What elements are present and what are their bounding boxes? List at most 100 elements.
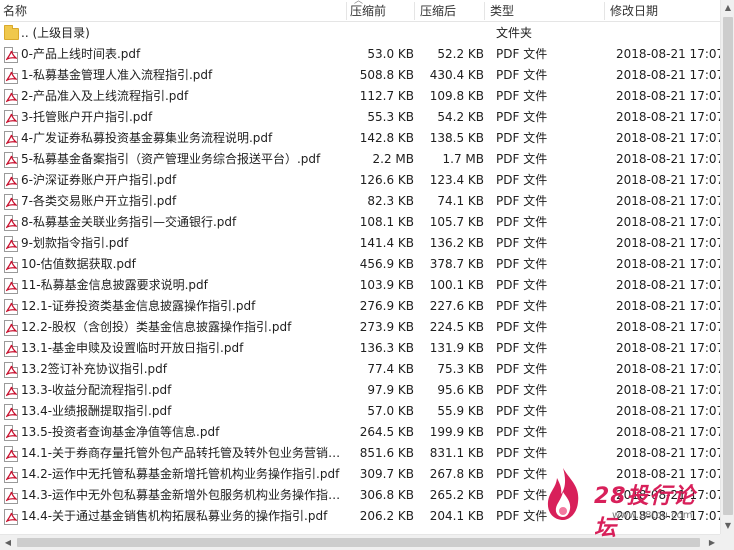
list-item[interactable]: 5-私募基金备案指引（资产管理业务综合报送平台）.pdf 2.2 MB 1.7 MB… (0, 149, 720, 170)
file-modified-date: 2018-08-21 17:07 (616, 89, 720, 103)
file-compressed-size: 456.9 KB (359, 257, 414, 271)
pdf-icon (4, 47, 19, 64)
list-item[interactable]: 8-私募基金关联业务指引—交通银行.pdf 108.1 KB 105.7 KB PDF… (0, 212, 720, 233)
scroll-down-arrow-icon[interactable]: ▼ (721, 518, 734, 534)
file-compressed-size: 206.2 KB (359, 509, 414, 523)
horizontal-scrollbar[interactable]: ◀ ▶ (0, 534, 720, 550)
column-header: 名称 ︿ 压缩前 压缩后 类型 修改日期 (0, 0, 720, 22)
pdf-icon (4, 341, 19, 357)
list-item[interactable]: 13.4-业绩报酬提取指引.pdf 57.0 KB 55.9 KB PDF 文件 201… (0, 401, 720, 422)
file-compressed-size: 108.1 KB (359, 215, 414, 229)
file-modified-date: 2018-08-21 17:07 (616, 404, 720, 418)
file-modified-date: 2018-08-21 17:07 (616, 341, 720, 355)
column-modified-header[interactable]: 修改日期 (610, 0, 658, 22)
file-name: 13.5-投资者查询基金净值等信息.pdf (21, 425, 220, 439)
list-item-parent-directory[interactable]: .. (上级目录) 文件夹 (0, 23, 720, 44)
horizontal-scroll-thumb[interactable] (17, 538, 700, 547)
column-divider[interactable] (604, 2, 605, 20)
column-divider[interactable] (346, 2, 347, 20)
pdf-icon-cell (3, 212, 19, 233)
file-compressed-size: 851.6 KB (359, 446, 414, 460)
file-name: 13.4-业绩报酬提取指引.pdf (21, 404, 172, 418)
vertical-scroll-thumb[interactable] (723, 17, 733, 515)
list-item[interactable]: 14.3-运作中无外包私募基金新增外包服务机构业务操作指引... 306.8 KB… (0, 485, 720, 506)
column-divider[interactable] (414, 2, 415, 20)
file-name: 10-估值数据获取.pdf (21, 257, 136, 271)
column-type-header[interactable]: 类型 (490, 0, 514, 22)
file-modified-date: 2018-08-21 17:07 (616, 509, 720, 523)
list-item[interactable]: 12.1-证券投资类基金信息披露操作指引.pdf 276.9 KB 227.6 KB… (0, 296, 720, 317)
file-name: 13.1-基金申赎及设置临时开放日指引.pdf (21, 341, 244, 355)
file-name: 12.2-股权（含创投）类基金信息披露操作指引.pdf (21, 320, 292, 334)
file-size: 131.9 KB (429, 341, 484, 355)
scroll-up-arrow-icon[interactable]: ▲ (721, 0, 734, 16)
pdf-icon (4, 467, 19, 483)
pdf-glyph-icon (5, 155, 19, 169)
pdf-glyph-icon (5, 71, 19, 85)
file-compressed-size: 136.3 KB (359, 341, 414, 355)
file-modified-date: 2018-08-21 17:07 (616, 152, 720, 166)
list-item[interactable]: 13.3-收益分配流程指引.pdf 97.9 KB 95.6 KB PDF 文件 201… (0, 380, 720, 401)
scroll-left-arrow-icon[interactable]: ◀ (0, 535, 16, 550)
file-name: 14.4-关于通过基金销售机构拓展私募业务的操作指引.pdf (21, 509, 328, 523)
column-name-header[interactable]: 名称 (3, 0, 27, 22)
list-item[interactable]: 9-划款指令指引.pdf 141.4 KB 136.2 KB PDF 文件 2018-0… (0, 233, 720, 254)
list-item[interactable]: 13.5-投资者查询基金净值等信息.pdf 264.5 KB 199.9 KB PDF… (0, 422, 720, 443)
column-size-header[interactable]: 压缩后 (420, 0, 456, 22)
list-item[interactable]: 10-估值数据获取.pdf 456.9 KB 378.7 KB PDF 文件 2018-… (0, 254, 720, 275)
list-item[interactable]: 6-沪深证券账户开户指引.pdf 126.6 KB 123.4 KB PDF 文件 20… (0, 170, 720, 191)
pdf-icon (4, 425, 19, 441)
file-type: PDF 文件 (496, 131, 548, 145)
vertical-scrollbar[interactable]: ▲ ▼ (720, 0, 734, 534)
scroll-right-arrow-icon[interactable]: ▶ (704, 535, 720, 550)
file-type: PDF 文件 (496, 68, 548, 82)
list-item[interactable]: 12.2-股权（含创投）类基金信息披露操作指引.pdf 273.9 KB 224.5… (0, 317, 720, 338)
list-item[interactable]: 0-产品上线时间表.pdf 53.0 KB 52.2 KB PDF 文件 2018-08… (0, 44, 720, 65)
file-modified-date: 2018-08-21 17:07 (616, 257, 720, 271)
file-modified-date: 2018-08-21 17:07 (616, 446, 720, 460)
pdf-icon (4, 68, 19, 85)
pdf-glyph-icon (5, 386, 19, 400)
file-modified-date: 2018-08-21 17:07 (616, 299, 720, 313)
list-item[interactable]: 13.1-基金申赎及设置临时开放日指引.pdf 136.3 KB 131.9 KB P… (0, 338, 720, 359)
file-size: 138.5 KB (429, 131, 484, 145)
pdf-icon (4, 152, 19, 169)
file-type: PDF 文件 (496, 446, 548, 460)
file-size: 227.6 KB (429, 299, 484, 313)
column-divider[interactable] (484, 2, 485, 20)
file-type: PDF 文件 (496, 488, 548, 502)
list-item[interactable]: 3-托管账户开户指引.pdf 55.3 KB 54.2 KB PDF 文件 2018-0… (0, 107, 720, 128)
pdf-icon (4, 278, 19, 294)
pdf-glyph-icon (5, 50, 19, 64)
file-modified-date: 2018-08-21 17:07 (616, 278, 720, 292)
file-modified-date: 2018-08-21 17:07 (616, 467, 720, 481)
column-compressed-header[interactable]: 压缩前 (350, 0, 386, 22)
file-compressed-size: 53.0 KB (367, 47, 414, 61)
pdf-glyph-icon (5, 449, 19, 463)
pdf-icon (4, 320, 19, 337)
file-name: 14.2-运作中无托管私募基金新增托管机构业务操作指引.pdf (21, 467, 340, 481)
file-modified-date: 2018-08-21 17:07 (616, 194, 720, 208)
file-type: PDF 文件 (496, 404, 548, 418)
pdf-glyph-icon (5, 260, 19, 274)
file-size: 109.8 KB (429, 89, 484, 103)
list-item[interactable]: 4-广发证券私募投资基金募集业务流程说明.pdf 142.8 KB 138.5 KB… (0, 128, 720, 149)
file-size: 430.4 KB (429, 68, 484, 82)
list-item[interactable]: 14.1-关于券商存量托管外包产品转托管及转外包业务营销指... 851.6 KB… (0, 443, 720, 464)
file-modified-date: 2018-08-21 17:07 (616, 131, 720, 145)
file-name: 14.1-关于券商存量托管外包产品转托管及转外包业务营销指... (21, 446, 346, 460)
list-item[interactable]: 2-产品准入及上线流程指引.pdf 112.7 KB 109.8 KB PDF 文件 2… (0, 86, 720, 107)
file-name: 3-托管账户开户指引.pdf (21, 110, 153, 124)
pdf-glyph-icon (5, 323, 19, 337)
list-item[interactable]: 14.2-运作中无托管私募基金新增托管机构业务操作指引.pdf 309.7 KB 2… (0, 464, 720, 485)
pdf-icon-cell (3, 107, 19, 128)
list-item[interactable]: 1-私募基金管理人准入流程指引.pdf 508.8 KB 430.4 KB PDF 文… (0, 65, 720, 86)
pdf-glyph-icon (5, 512, 19, 526)
list-item[interactable]: 13.2签订补充协议指引.pdf 77.4 KB 75.3 KB PDF 文件 2018… (0, 359, 720, 380)
file-name: 12.1-证券投资类基金信息披露操作指引.pdf (21, 299, 256, 313)
list-item[interactable]: 7-各类交易账户开立指引.pdf 82.3 KB 74.1 KB PDF 文件 2018… (0, 191, 720, 212)
file-modified-date: 2018-08-21 17:07 (616, 488, 720, 502)
list-item[interactable]: 11-私募基金信息披露要求说明.pdf 103.9 KB 100.1 KB PDF 文… (0, 275, 720, 296)
list-item[interactable]: 14.4-关于通过基金销售机构拓展私募业务的操作指引.pdf 206.2 KB 20… (0, 506, 720, 527)
pdf-glyph-icon (5, 365, 19, 379)
